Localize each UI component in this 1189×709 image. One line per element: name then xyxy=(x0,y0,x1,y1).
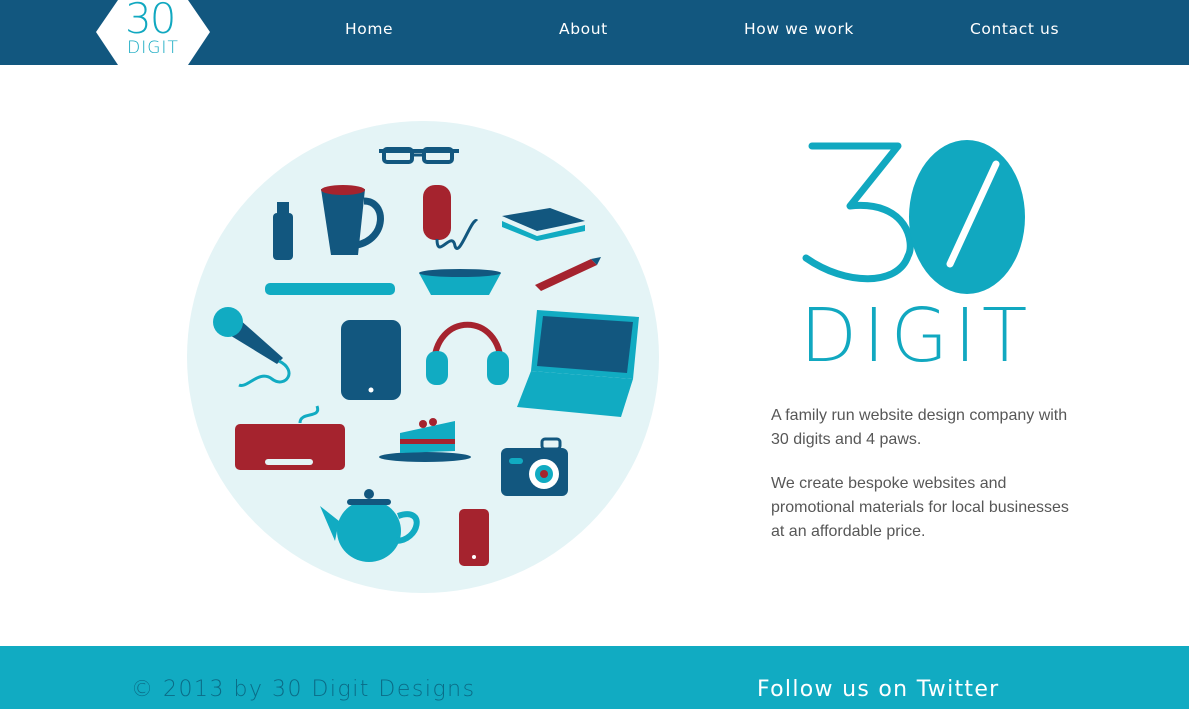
ruler-icon xyxy=(265,283,395,295)
pet-bowl-icon xyxy=(419,269,501,295)
nav-about[interactable]: About xyxy=(559,20,608,38)
logo-word: DIGIT xyxy=(127,38,179,58)
hero-illustration xyxy=(187,121,659,593)
brand-logo-large: DIGIT xyxy=(800,136,1034,379)
logo[interactable]: 30 DIGIT xyxy=(96,0,210,65)
copyright-text: © 2013 by 30 Digit Designs xyxy=(131,677,476,702)
intro-paragraph-1: A family run website design company with… xyxy=(771,407,1068,448)
nav-how-we-work[interactable]: How we work xyxy=(744,20,854,38)
logo-number: 30 xyxy=(125,0,176,43)
brand-word: DIGIT xyxy=(800,293,1034,379)
site-footer: © 2013 by 30 Digit Designs Follow us on … xyxy=(0,646,1189,709)
intro-paragraph-2: We create bespoke websites and promotion… xyxy=(771,475,1069,540)
nav-contact-us[interactable]: Contact us xyxy=(970,20,1059,38)
phone-icon xyxy=(459,509,489,566)
tablet-icon xyxy=(341,320,401,400)
site-header: 30 DIGIT Home About How we work Contact … xyxy=(0,0,1189,65)
nav-home[interactable]: Home xyxy=(345,20,393,38)
brand-digit-zero xyxy=(909,140,1025,294)
twitter-link[interactable]: Follow us on Twitter xyxy=(757,677,1000,702)
brand-digit-three xyxy=(802,142,914,283)
